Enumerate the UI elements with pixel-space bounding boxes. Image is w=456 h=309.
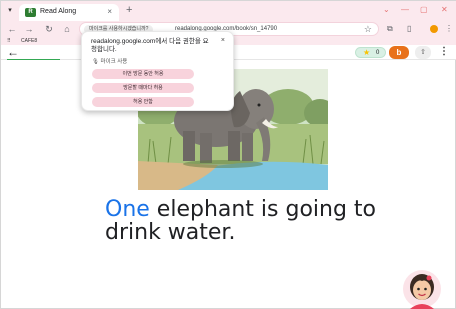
popup-close-icon[interactable]: ×: [221, 37, 225, 44]
mic-permission-label: 마이크 사용: [100, 59, 128, 65]
mic-permission-row: 🎙 마이크 사용: [92, 57, 127, 65]
stars-count: 0: [376, 50, 380, 56]
minimize-button[interactable]: —: [401, 5, 409, 14]
stars-counter[interactable]: ★ 0: [355, 47, 386, 58]
apps-icon[interactable]: ⠿: [7, 37, 11, 45]
reload-button[interactable]: ↻: [43, 23, 55, 35]
block-button[interactable]: 허용 안함: [92, 97, 194, 107]
app-back-arrow-icon[interactable]: ←: [7, 45, 19, 59]
extensions-icon[interactable]: ⧉: [387, 24, 393, 34]
bookmark-star-icon[interactable]: ☆: [364, 24, 372, 35]
diya-mascot-icon[interactable]: [402, 269, 442, 309]
home-button[interactable]: ⌂: [61, 23, 73, 35]
highlighted-word[interactable]: One: [105, 197, 150, 222]
user-avatar[interactable]: b: [389, 46, 409, 59]
tab-read-along[interactable]: R Read Along ×: [19, 4, 119, 21]
browser-window: ▾ R Read Along × + ⌄ — ▢ ✕ ← → ↻ ⌂ 마이크를 …: [0, 0, 456, 309]
tab-strip: ▾ R Read Along × + ⌄ — ▢ ✕: [1, 1, 456, 21]
maximize-button[interactable]: ▢: [420, 5, 428, 14]
tab-search-button[interactable]: ▾: [5, 6, 15, 16]
allow-every-visit-button[interactable]: 방문할 때마다 허용: [92, 83, 194, 93]
story-text: One elephant is going to drink water.: [105, 198, 405, 244]
permission-popup: readalong.google.com에서 다음 권한을 요청합니다. × 🎙…: [81, 31, 234, 111]
tab-title: Read Along: [40, 8, 77, 15]
back-button[interactable]: ←: [6, 23, 18, 35]
more-options-icon[interactable]: ⋮: [439, 45, 449, 59]
new-tab-button[interactable]: +: [126, 4, 132, 16]
permission-popup-title: readalong.google.com에서 다음 권한을 요청합니다.: [91, 38, 209, 53]
tab-close-icon[interactable]: ×: [107, 7, 112, 16]
window-menu-icon[interactable]: ⌄: [383, 5, 390, 14]
allow-this-visit-button[interactable]: 이번 방문 동안 허용: [92, 69, 194, 79]
microphone-icon: 🎙: [92, 59, 99, 65]
bookmark-item[interactable]: CAFE8: [21, 37, 37, 45]
upload-icon[interactable]: ⇧: [415, 46, 431, 59]
forward-button[interactable]: →: [23, 23, 35, 35]
window-close-button[interactable]: ✕: [441, 5, 448, 14]
star-icon: ★: [363, 48, 371, 57]
reading-progress-fill: [7, 59, 60, 60]
side-panel-icon[interactable]: ▯: [407, 24, 411, 33]
read-along-favicon-icon: R: [25, 8, 36, 17]
browser-menu-icon[interactable]: ⋮: [445, 24, 453, 33]
profile-avatar[interactable]: [430, 25, 438, 33]
